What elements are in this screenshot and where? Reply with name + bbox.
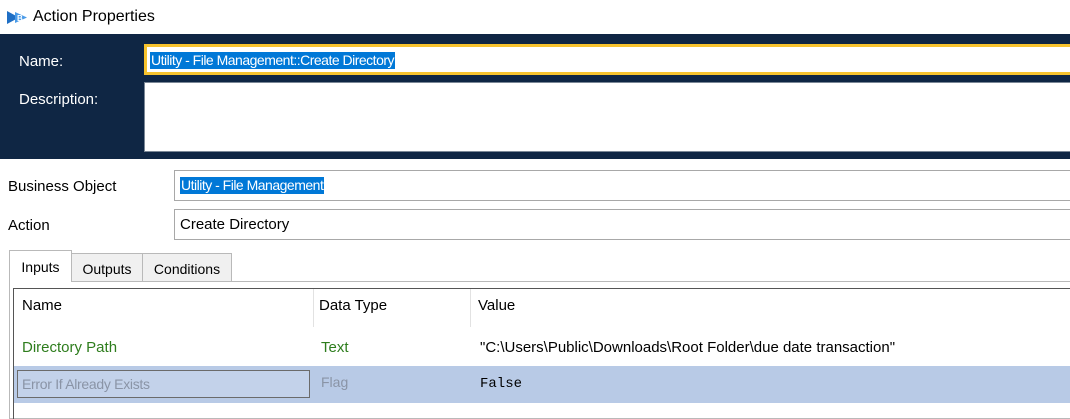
row-name[interactable]: Directory Path bbox=[22, 339, 117, 356]
column-header-name[interactable]: Name bbox=[22, 297, 62, 314]
blueprism-icon: B bbox=[7, 11, 27, 24]
business-object-field[interactable]: Utility - File Management bbox=[174, 170, 1070, 201]
tab-outputs[interactable]: Outputs bbox=[71, 253, 143, 282]
column-header-value[interactable]: Value bbox=[478, 297, 515, 314]
window-title: Action Properties bbox=[33, 8, 155, 25]
table-row[interactable]: Directory Path Text "C:\Users\Public\Dow… bbox=[14, 329, 1070, 365]
row-value[interactable]: "C:\Users\Public\Downloads\Root Folder\d… bbox=[480, 339, 895, 356]
row-name-editor[interactable]: Error If Already Exists bbox=[17, 370, 310, 398]
title-bar: B Action Properties bbox=[0, 0, 1070, 34]
column-header-data-type[interactable]: Data Type bbox=[319, 297, 387, 314]
row-data-type[interactable]: Text bbox=[321, 339, 349, 356]
column-divider[interactable] bbox=[313, 289, 314, 327]
grid-body: Name Data Type Value Directory Path Text… bbox=[13, 288, 1070, 419]
action-value: Create Directory bbox=[180, 216, 290, 233]
row-data-type[interactable]: Flag bbox=[321, 374, 348, 390]
name-label: Name: bbox=[19, 53, 64, 70]
inputs-grid: Name Data Type Value Directory Path Text… bbox=[9, 281, 1070, 419]
tab-conditions[interactable]: Conditions bbox=[142, 253, 232, 282]
description-label: Description: bbox=[19, 91, 99, 108]
svg-text:B: B bbox=[17, 14, 23, 23]
name-field-value: Utility - File Management::Create Direct… bbox=[150, 52, 396, 69]
column-divider[interactable] bbox=[470, 289, 471, 327]
business-object-value: Utility - File Management bbox=[180, 177, 325, 194]
action-field[interactable]: Create Directory bbox=[174, 209, 1070, 240]
tab-inputs[interactable]: Inputs bbox=[9, 250, 72, 282]
table-row-selected[interactable]: Error If Already Exists Flag False bbox=[14, 366, 1070, 403]
description-field[interactable] bbox=[144, 82, 1070, 152]
row-value[interactable]: False bbox=[480, 376, 522, 392]
business-object-label: Business Object bbox=[8, 178, 117, 195]
action-label: Action bbox=[8, 217, 50, 234]
name-field[interactable]: Utility - File Management::Create Direct… bbox=[144, 44, 1070, 75]
row-name: Error If Already Exists bbox=[22, 376, 150, 392]
